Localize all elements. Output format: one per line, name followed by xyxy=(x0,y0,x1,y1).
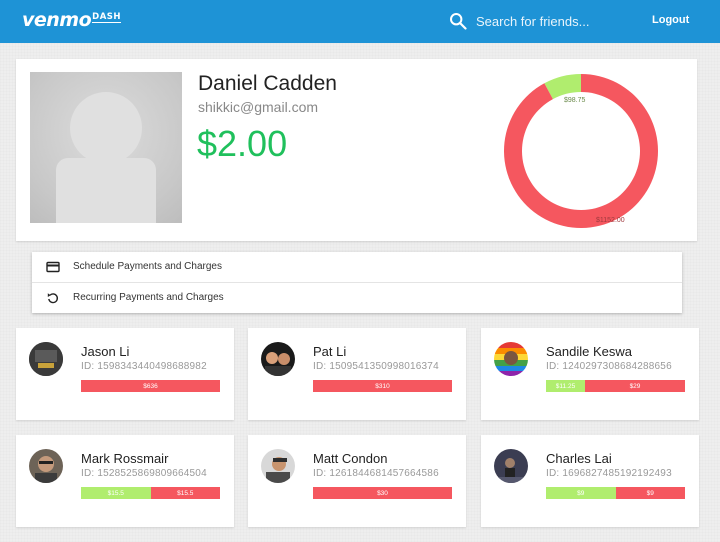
friend-balance-bar: $9 $9 xyxy=(546,487,685,499)
avatar-photo xyxy=(29,449,63,483)
logo-sub-text: DASH xyxy=(92,12,122,23)
profile-balance: $2.00 xyxy=(197,123,288,164)
avatar-photo xyxy=(29,342,63,376)
friend-id: ID: 1696827485192192493 xyxy=(546,468,672,479)
avatar-head-shape xyxy=(70,92,142,164)
friend-card[interactable]: Mark Rossmair ID: 1528525869809664504 $1… xyxy=(16,435,234,527)
friend-balance-bar: $30 xyxy=(313,487,452,499)
profile-email: shikkic@gmail.com xyxy=(198,99,319,115)
credit-card-icon xyxy=(46,261,60,273)
friend-card[interactable]: Pat Li ID: 1509541350998016374 $310 xyxy=(248,328,466,420)
friend-id: ID: 1261844681457664586 xyxy=(313,468,439,479)
schedule-payments-button[interactable]: Schedule Payments and Charges xyxy=(32,252,682,282)
profile-name: Daniel Cadden xyxy=(198,72,337,95)
recurring-payments-label: Recurring Payments and Charges xyxy=(73,292,224,303)
friend-id: ID: 1240297308684288656 xyxy=(546,361,672,372)
friend-name: Charles Lai xyxy=(546,451,612,466)
friend-name: Pat Li xyxy=(313,344,347,359)
avatar-photo xyxy=(494,342,528,376)
friend-search-input[interactable] xyxy=(476,10,626,32)
friend-name: Matt Condon xyxy=(313,451,388,466)
owed-segment: $29 xyxy=(585,380,685,392)
avatar-photo xyxy=(261,449,295,483)
owed-to-you-segment: $11.25 xyxy=(546,380,585,392)
friend-name: Jason Li xyxy=(81,344,130,359)
friend-id: ID: 1509541350998016374 xyxy=(313,361,439,372)
balance-donut-chart: $98.75 $1152.00 xyxy=(504,74,658,228)
avatar-body-shape xyxy=(56,158,156,223)
avatar-photo xyxy=(494,449,528,483)
actions-menu: Schedule Payments and Charges Recurring … xyxy=(32,252,682,313)
recurring-payments-button[interactable]: Recurring Payments and Charges xyxy=(32,282,682,312)
friend-balance-bar: $15.5 $15.5 xyxy=(81,487,220,499)
profile-avatar-placeholder xyxy=(30,72,182,223)
logo-main-text: venmo xyxy=(22,9,92,31)
friend-avatar xyxy=(261,342,295,376)
owed-segment: $636 xyxy=(81,380,220,392)
owed-to-you-segment: $15.5 xyxy=(81,487,151,499)
avatar-photo xyxy=(261,342,295,376)
friend-avatar xyxy=(29,449,63,483)
friend-balance-bar: $310 xyxy=(313,380,452,392)
friend-id: ID: 1528525869809664504 xyxy=(81,468,207,479)
friend-avatar xyxy=(29,342,63,376)
profile-card: Daniel Cadden shikkic@gmail.com $2.00 $9… xyxy=(16,59,697,241)
donut-red-label: $1152.00 xyxy=(596,217,625,224)
friend-balance-bar: $11.25 $29 xyxy=(546,380,685,392)
owed-segment: $15.5 xyxy=(150,487,220,499)
top-nav-bar: venmoDASH Logout xyxy=(0,0,720,43)
owed-segment: $310 xyxy=(313,380,452,392)
search-icon[interactable] xyxy=(449,12,467,30)
owed-to-you-segment: $9 xyxy=(546,487,616,499)
friend-name: Mark Rossmair xyxy=(81,451,169,466)
friend-card[interactable]: Matt Condon ID: 1261844681457664586 $30 xyxy=(248,435,466,527)
schedule-payments-label: Schedule Payments and Charges xyxy=(73,261,222,272)
friend-balance-bar: $636 xyxy=(81,380,220,392)
owed-segment: $9 xyxy=(615,487,685,499)
logout-button[interactable]: Logout xyxy=(652,14,689,26)
friend-avatar xyxy=(494,449,528,483)
donut-green-label: $98.75 xyxy=(564,97,586,104)
friend-card[interactable]: Sandile Keswa ID: 1240297308684288656 $1… xyxy=(481,328,699,420)
friend-avatar xyxy=(261,449,295,483)
friend-name: Sandile Keswa xyxy=(546,344,632,359)
friend-card[interactable]: Charles Lai ID: 1696827485192192493 $9 $… xyxy=(481,435,699,527)
friend-card[interactable]: Jason Li ID: 1598343440498688982 $636 xyxy=(16,328,234,420)
venmo-dash-logo[interactable]: venmoDASH xyxy=(22,9,122,31)
friend-avatar xyxy=(494,342,528,376)
refresh-icon xyxy=(47,293,59,304)
friend-id: ID: 1598343440498688982 xyxy=(81,361,207,372)
owed-segment: $30 xyxy=(313,487,452,499)
